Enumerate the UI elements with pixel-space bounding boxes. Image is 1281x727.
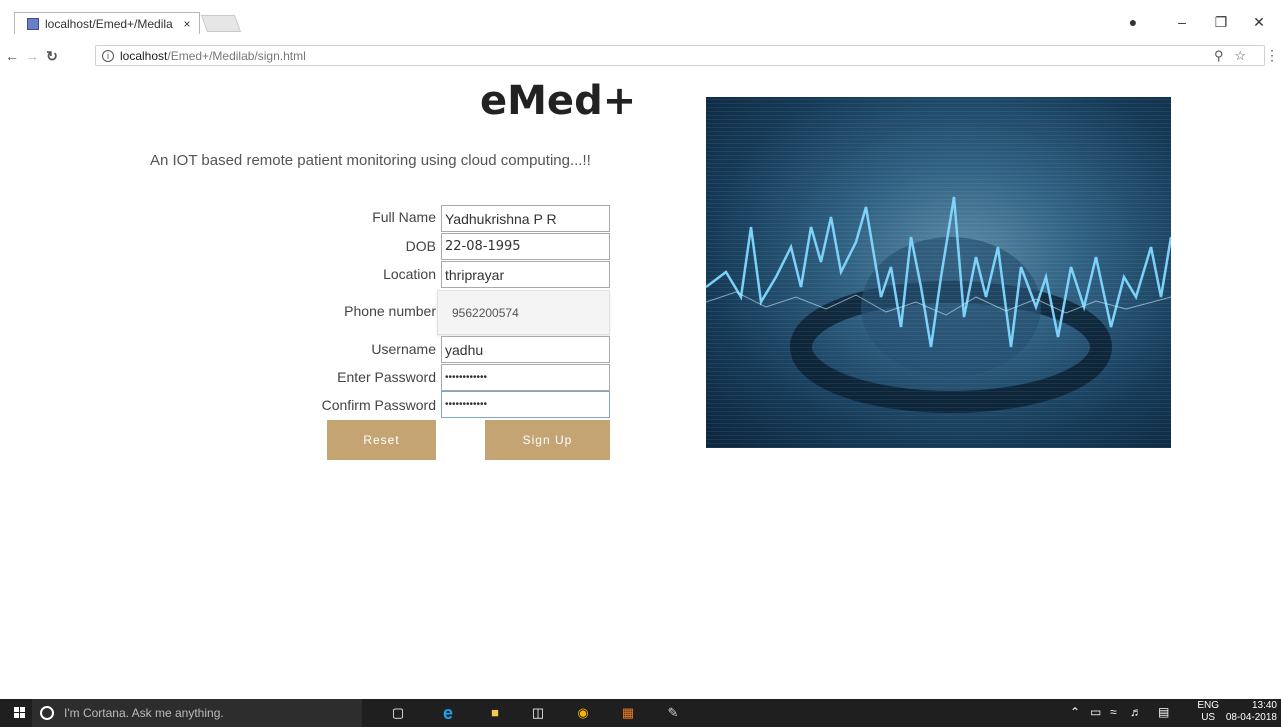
minimize-icon[interactable]: –: [1172, 14, 1192, 30]
url-path: /Emed+/Medilab/sign.html: [167, 48, 306, 63]
windows-taskbar: I'm Cortana. Ask me anything. ▢ e ■ ◫ ◉ …: [0, 699, 1281, 727]
file-explorer-icon[interactable]: ■: [487, 705, 503, 721]
task-view-icon[interactable]: ▢: [390, 705, 406, 721]
tab-close-icon[interactable]: ×: [179, 17, 195, 31]
full-name-input[interactable]: Yadhukrishna P R: [441, 205, 610, 232]
cortana-search-box[interactable]: I'm Cortana. Ask me anything.: [32, 699, 362, 727]
page-tagline: An IOT based remote patient monitoring u…: [150, 152, 591, 169]
password-label: Enter Password: [337, 369, 436, 385]
stethoscope-heartbeat-image: [706, 97, 1171, 448]
language-indicator[interactable]: ENG US: [1197, 700, 1219, 724]
bookmark-star-icon[interactable]: ☆: [1234, 48, 1246, 63]
full-name-label: Full Name: [372, 209, 436, 225]
edge-icon[interactable]: e: [440, 704, 456, 722]
signup-button[interactable]: Sign Up: [485, 420, 610, 460]
location-label: Location: [383, 266, 436, 282]
address-bar[interactable]: i localhost/Emed+/Medilab/sign.html ⚲ ☆: [95, 45, 1265, 66]
forward-icon[interactable]: →: [22, 48, 42, 64]
wifi-icon[interactable]: ≈: [1110, 705, 1117, 719]
system-clock[interactable]: 13:40 08-04-2018: [1226, 700, 1277, 724]
profile-icon[interactable]: ●: [1123, 14, 1143, 30]
battery-icon[interactable]: ▭: [1090, 705, 1101, 719]
confirm-password-input[interactable]: ••••••••••••: [441, 391, 610, 418]
window-close-icon[interactable]: ✕: [1249, 14, 1269, 31]
paint-icon[interactable]: ✎: [665, 705, 681, 721]
page-favicon-icon: [27, 17, 39, 30]
reload-icon[interactable]: ↻: [42, 48, 62, 65]
dob-input[interactable]: 22-08-1995: [441, 233, 610, 260]
confirm-password-label: Confirm Password: [321, 397, 436, 413]
tray-chevron-icon[interactable]: ⌃: [1070, 705, 1080, 719]
volume-icon[interactable]: ♬: [1130, 705, 1142, 719]
url-host: localhost: [120, 48, 168, 63]
reset-button[interactable]: Reset: [327, 420, 436, 460]
windows-start-icon[interactable]: [14, 707, 26, 719]
phone-autofill-suggestion[interactable]: 9562200574: [437, 290, 610, 335]
clock-time: 13:40: [1251, 700, 1277, 711]
browser-menu-icon[interactable]: ⋮: [1265, 47, 1279, 64]
cortana-icon: [40, 706, 54, 720]
location-input[interactable]: thriprayar: [441, 261, 610, 288]
browser-tabstrip: localhost/Emed+/Medila × ● – ❐ ✕: [0, 0, 1281, 45]
cortana-placeholder: I'm Cortana. Ask me anything.: [64, 706, 224, 720]
xampp-icon[interactable]: ▦: [620, 705, 636, 721]
page-title: eMed+: [480, 78, 637, 124]
username-label: Username: [371, 341, 436, 357]
store-icon[interactable]: ◫: [530, 705, 546, 721]
new-tab-button[interactable]: [200, 15, 242, 32]
site-info-icon[interactable]: i: [102, 49, 114, 62]
tab-title: localhost/Emed+/Medila: [45, 16, 173, 31]
username-input[interactable]: yadhu: [441, 336, 610, 363]
action-center-icon[interactable]: ▤: [1158, 705, 1169, 719]
back-icon[interactable]: ←: [2, 48, 22, 64]
phone-label: Phone number: [344, 303, 436, 319]
browser-toolbar: ← → ↻ i localhost/Emed+/Medilab/sign.htm…: [0, 45, 1281, 67]
restore-icon[interactable]: ❐: [1211, 14, 1231, 31]
chrome-icon[interactable]: ◉: [575, 705, 591, 721]
dob-label: DOB: [405, 238, 436, 254]
clock-date: 08-04-2018: [1225, 712, 1277, 723]
password-input[interactable]: ••••••••••••: [441, 364, 610, 391]
key-icon[interactable]: ⚲: [1214, 48, 1224, 63]
browser-tab[interactable]: localhost/Emed+/Medila ×: [14, 12, 200, 34]
